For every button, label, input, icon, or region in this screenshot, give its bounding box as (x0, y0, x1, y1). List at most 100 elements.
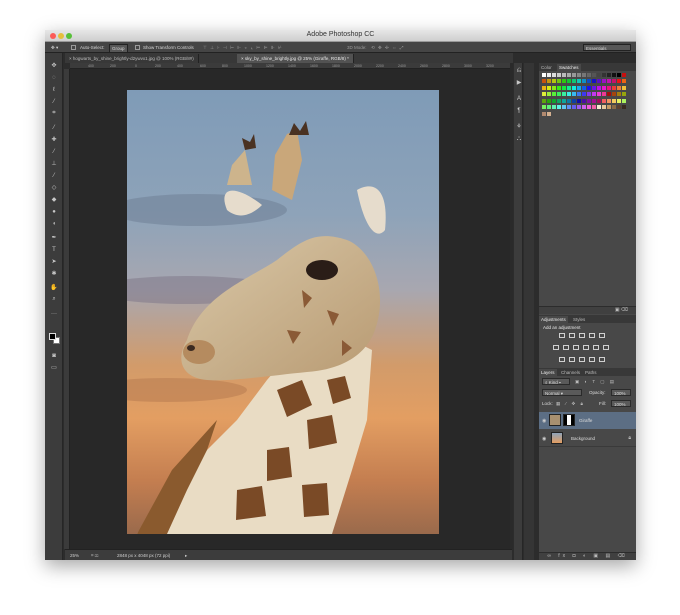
swatch[interactable] (557, 92, 561, 97)
swatch[interactable] (577, 98, 581, 103)
swatch[interactable] (602, 85, 606, 90)
swatch[interactable] (587, 73, 591, 77)
swatch[interactable] (597, 85, 601, 90)
invert-icon[interactable] (559, 357, 565, 362)
swatch[interactable] (587, 92, 591, 97)
eraser-tool-icon[interactable]: ◇ (49, 183, 59, 192)
swatch[interactable] (617, 98, 621, 103)
swatch[interactable] (567, 105, 571, 110)
more-tools-icon[interactable]: ··· (49, 309, 59, 318)
swatch[interactable] (572, 79, 576, 84)
swatch[interactable] (602, 98, 606, 103)
channel-mixer-icon[interactable] (593, 345, 599, 350)
clone-stamp-tool-icon[interactable]: ⊥ (49, 159, 59, 168)
align-distribute-icons[interactable]: ⊤ ⊥ ⊦ ⊣ ⊢ ⊩ ⫟ ⫠ ⊨ ⊫ ⊪ ⊬ (203, 45, 283, 51)
layer-mask-thumbnail[interactable] (563, 414, 575, 426)
swatch[interactable] (617, 73, 621, 77)
swatch[interactable] (617, 79, 621, 84)
swatch[interactable] (622, 79, 626, 84)
swatch[interactable] (582, 92, 586, 97)
swatch[interactable] (567, 98, 571, 103)
type-tool-icon[interactable]: T (49, 245, 59, 254)
tab-channels[interactable]: Channels (559, 369, 582, 376)
lasso-tool-icon[interactable]: ℓ (49, 85, 59, 94)
tab-color[interactable]: Color (539, 64, 554, 71)
swatch[interactable] (562, 79, 566, 84)
swatch[interactable] (557, 98, 561, 103)
swatch[interactable] (542, 79, 546, 84)
swatch[interactable] (562, 105, 566, 110)
blur-tool-icon[interactable]: ● (49, 207, 59, 216)
swatch[interactable] (577, 79, 581, 84)
swatch[interactable] (557, 79, 561, 84)
photo-filter-icon[interactable] (583, 345, 589, 350)
fill-input[interactable]: 100% (611, 400, 631, 407)
3d-mode-icons[interactable]: ⟲ ✥ ✣ ⇔ ⤢ (371, 45, 404, 51)
swatch[interactable] (587, 98, 591, 103)
tab-swatches[interactable]: Swatches (557, 64, 581, 71)
color-lookup-icon[interactable] (603, 345, 609, 350)
lock-options-icons[interactable]: ▦ ⁄ ✥ 🔒︎ (556, 401, 585, 407)
swatch[interactable] (562, 73, 566, 77)
swatch[interactable] (547, 105, 551, 110)
swatch[interactable] (587, 85, 591, 90)
clone-source-panel-icon[interactable]: ⛬ (515, 135, 523, 143)
swatch[interactable] (567, 73, 571, 77)
giraffe-image[interactable] (127, 90, 439, 534)
eyedropper-tool-icon[interactable]: ⁄ (49, 123, 59, 132)
character-panel-icon[interactable]: A (515, 95, 523, 103)
swatch[interactable] (612, 79, 616, 84)
swatch[interactable] (577, 73, 581, 77)
swatch[interactable] (582, 79, 586, 84)
auto-select-checkbox[interactable] (71, 45, 76, 50)
swatch[interactable] (577, 85, 581, 90)
blend-mode-dropdown[interactable]: Normal ▾ (542, 389, 582, 396)
swatch[interactable] (542, 105, 546, 110)
swatch[interactable] (602, 73, 606, 77)
swatch[interactable] (542, 73, 546, 77)
swatch[interactable] (612, 92, 616, 97)
exposure-icon[interactable] (589, 333, 595, 338)
swatch[interactable] (572, 105, 576, 110)
tab-adjustments[interactable]: Adjustments (539, 316, 568, 323)
swatch[interactable] (577, 92, 581, 97)
vertical-scrollbar[interactable] (510, 63, 513, 549)
swatch[interactable] (612, 85, 616, 90)
swatch[interactable] (552, 105, 556, 110)
levels-icon[interactable] (569, 333, 575, 338)
swatch[interactable] (567, 79, 571, 84)
swatch[interactable] (557, 73, 561, 77)
zoom-level[interactable]: 25% (70, 553, 79, 558)
swatch[interactable] (587, 105, 591, 110)
opacity-input[interactable]: 100% (611, 389, 631, 396)
swatch[interactable] (547, 98, 551, 103)
swatch[interactable] (542, 111, 546, 116)
swatch[interactable] (542, 92, 546, 97)
filter-kind-dropdown[interactable]: ⌕ Kind ▾ (542, 378, 570, 385)
tab-paths[interactable]: Paths (583, 369, 599, 376)
paint-bucket-tool-icon[interactable]: ◆ (49, 195, 59, 204)
tab-styles[interactable]: Styles (571, 316, 587, 323)
crop-tool-icon[interactable]: ⌗ (49, 109, 59, 118)
swatch[interactable] (612, 73, 616, 77)
swatch[interactable] (587, 79, 591, 84)
move-tool-options-icon[interactable]: ✥ ▾ (51, 45, 58, 51)
swatch[interactable] (572, 98, 576, 103)
swatch[interactable] (592, 73, 596, 77)
color-balance-icon[interactable] (563, 345, 569, 350)
swatch[interactable] (557, 85, 561, 90)
swatch[interactable] (617, 92, 621, 97)
visibility-eye-icon[interactable]: ◉ (542, 436, 546, 442)
swatch[interactable] (622, 105, 626, 110)
swatch[interactable] (612, 105, 616, 110)
layers-footer-icons[interactable]: ∞ fx ◘ ◐ ▣ ▤ ⌫ (547, 553, 627, 559)
swatch[interactable] (582, 105, 586, 110)
screen-mode-icon[interactable]: ▭ (49, 363, 59, 372)
brightness-contrast-icon[interactable] (559, 333, 565, 338)
swatch[interactable] (607, 98, 611, 103)
gradient-map-icon[interactable] (599, 357, 605, 362)
actions-panel-icon[interactable]: ▶ (515, 79, 523, 87)
swatch[interactable] (567, 92, 571, 97)
quick-select-tool-icon[interactable]: ⁄ (49, 97, 59, 106)
marquee-tool-icon[interactable]: ◌ (49, 73, 59, 82)
